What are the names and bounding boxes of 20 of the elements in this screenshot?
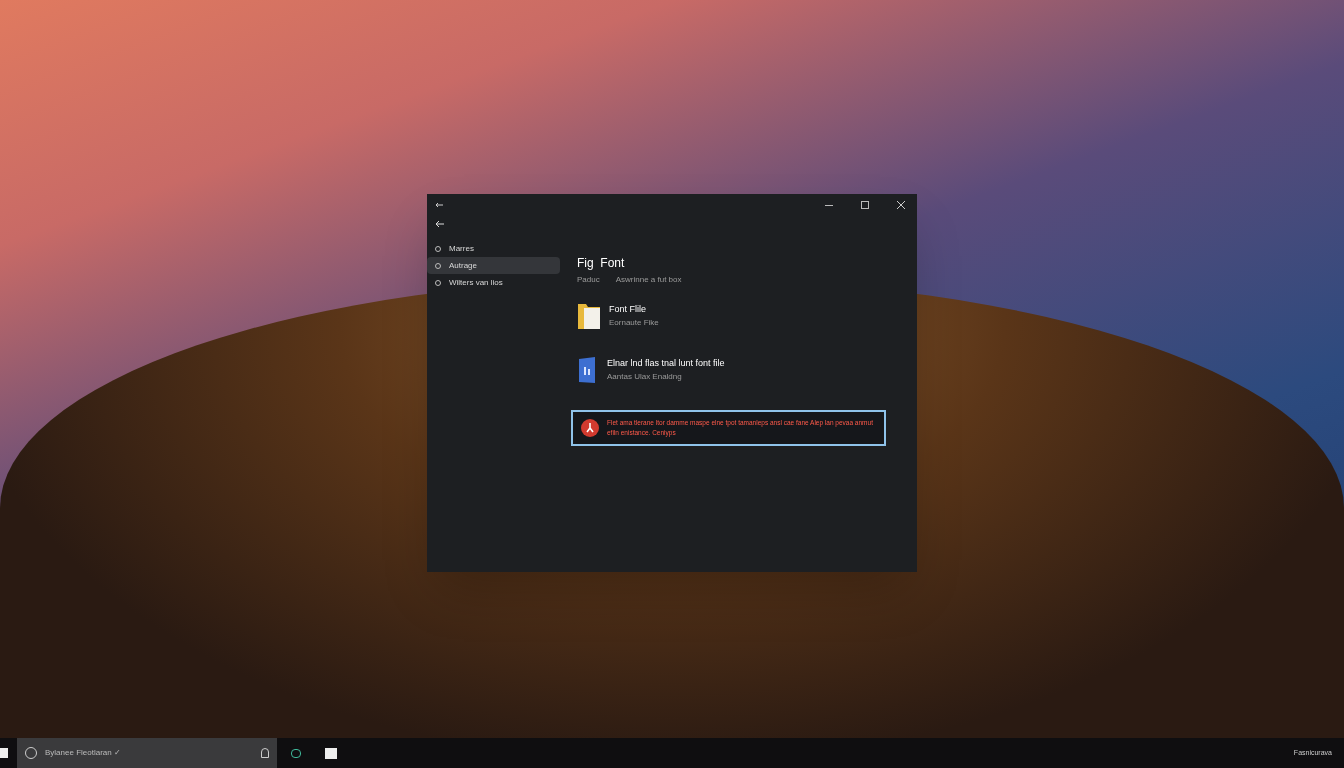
sidebar-item[interactable]: Marres <box>427 240 560 257</box>
page-title: Fig Font <box>577 255 626 272</box>
subtitle-text: Aswrinne a fut box <box>615 274 682 286</box>
maximize-icon[interactable] <box>861 201 869 209</box>
folder-icon <box>577 301 601 331</box>
task-view-icon[interactable] <box>291 748 301 758</box>
start-icon[interactable] <box>0 748 8 758</box>
option-item[interactable]: Elnar lnd flas tnal lunt font file Aantas Ulax Enaldng <box>577 354 887 386</box>
minimize-icon[interactable] <box>825 204 833 206</box>
app-icon[interactable] <box>325 747 337 759</box>
option-item[interactable]: Font Flile Eornaute Fike <box>577 300 887 332</box>
back-arrow-icon[interactable] <box>435 202 443 208</box>
error-icon <box>581 419 599 437</box>
subtitle-text: Paduc <box>577 274 600 286</box>
menu-back-icon[interactable] <box>435 220 444 228</box>
close-icon[interactable] <box>897 201 905 209</box>
sidebar-item[interactable]: Wilters van lios <box>427 274 560 291</box>
search-input[interactable]: Bylanee Fleotlaran ✓ <box>45 747 253 759</box>
sidebar-item[interactable]: Autrage <box>427 257 560 274</box>
search-bar[interactable]: Bylanee Fleotlaran ✓ <box>17 738 277 768</box>
